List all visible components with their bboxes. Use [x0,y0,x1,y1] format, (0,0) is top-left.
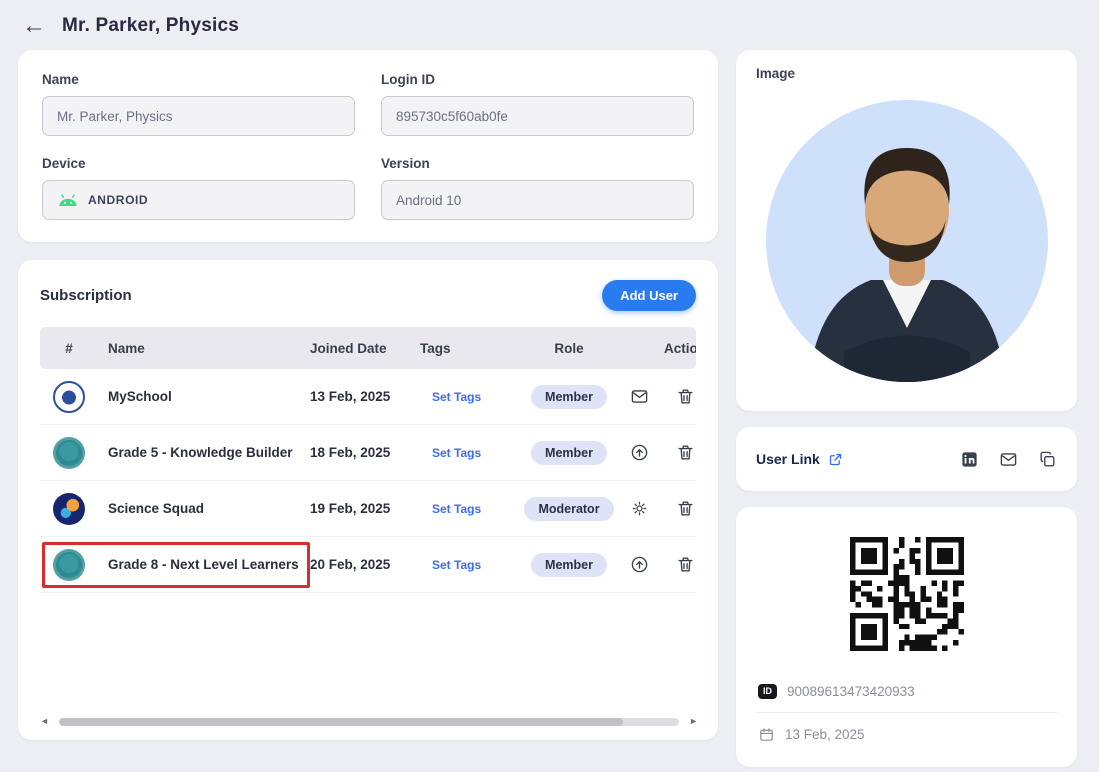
table-row[interactable]: Grade 5 - Knowledge Builder 18 Feb, 2025… [40,425,696,481]
group-name: Grade 5 - Knowledge Builder [98,445,310,460]
joined-date-row: 13 Feb, 2025 [756,712,1057,756]
settings-gear-icon[interactable] [630,499,650,519]
table-row-highlighted[interactable]: Grade 8 - Next Level Learners 20 Feb, 20… [40,537,696,593]
user-id-value: 90089613473420933 [787,684,915,699]
joined-date: 19 Feb, 2025 [310,501,420,516]
user-id-row: ID 90089613473420933 [756,671,1057,712]
name-field: Name [42,72,355,136]
joined-date: 13 Feb, 2025 [310,389,420,404]
device-input[interactable]: ANDROID [42,180,355,220]
column-tags: Tags [420,341,514,356]
upload-circle-icon[interactable] [630,555,650,575]
email-icon[interactable] [999,450,1018,469]
column-actions: Actions [624,341,696,356]
subscription-card: Subscription Add User # Name Joined Date… [18,260,718,740]
group-name: Grade 8 - Next Level Learners [98,557,310,572]
user-link-label: User Link [756,451,820,467]
group-name: MySchool [98,389,310,404]
name-label: Name [42,72,355,87]
profile-card: Name Login ID Device ANDROID Version [18,50,718,242]
role-badge: Member [531,553,607,577]
version-input[interactable] [381,180,694,220]
version-label: Version [381,156,694,171]
joined-date-value: 13 Feb, 2025 [785,727,865,742]
table-header: # Name Joined Date Tags Role Actions [40,327,696,369]
android-icon [57,193,79,208]
qr-card: ID 90089613473420933 13 Feb, 2025 [736,507,1077,767]
set-tags-link[interactable]: Set Tags [420,446,481,460]
calendar-icon [758,726,775,743]
page-title: Mr. Parker, Physics [62,15,239,37]
table-row[interactable]: Science Squad 19 Feb, 2025 Set Tags Mode… [40,481,696,537]
delete-icon[interactable] [676,443,696,463]
horizontal-scrollbar: ◄ ► [40,717,698,726]
user-photo [757,91,1057,391]
page-header: ← Mr. Parker, Physics [0,0,1099,48]
qr-code [842,529,972,659]
joined-date: 20 Feb, 2025 [310,557,420,572]
column-role: Role [514,341,624,356]
scroll-left-icon[interactable]: ◄ [40,717,49,726]
joined-date: 18 Feb, 2025 [310,445,420,460]
group-name: Science Squad [98,501,310,516]
role-badge: Member [531,441,607,465]
login-id-field: Login ID [381,72,694,136]
role-badge: Moderator [524,497,613,521]
back-arrow-icon[interactable]: ← [22,14,46,38]
delete-icon[interactable] [676,499,696,519]
user-link-card: User Link [736,427,1077,491]
login-id-label: Login ID [381,72,694,87]
group-avatar-grade5 [53,437,85,469]
copy-icon[interactable] [1038,450,1057,469]
subscription-title: Subscription [40,287,132,304]
role-badge: Member [531,385,607,409]
add-user-button[interactable]: Add User [602,280,696,311]
group-avatar-grade8 [53,549,85,581]
name-input[interactable] [42,96,355,136]
scrollbar-track[interactable] [59,718,679,726]
scrollbar-thumb[interactable] [59,718,623,726]
column-joined-date: Joined Date [310,341,420,356]
group-avatar-science-squad [53,493,85,525]
id-badge-icon: ID [758,684,777,699]
delete-icon[interactable] [676,387,696,407]
delete-icon[interactable] [676,555,696,575]
group-avatar-myschool [53,381,85,413]
image-label: Image [756,66,1057,81]
column-name: Name [98,341,310,356]
scroll-right-icon[interactable]: ► [689,717,698,726]
set-tags-link[interactable]: Set Tags [420,558,481,572]
image-card: Image [736,50,1077,411]
set-tags-link[interactable]: Set Tags [420,502,481,516]
login-id-input[interactable] [381,96,694,136]
external-link-icon[interactable] [828,452,843,467]
upload-circle-icon[interactable] [630,443,650,463]
linkedin-icon[interactable] [960,450,979,469]
version-field: Version [381,156,694,220]
device-value: ANDROID [88,193,148,207]
column-index: # [40,341,98,356]
table-row[interactable]: MySchool 13 Feb, 2025 Set Tags Member [40,369,696,425]
set-tags-link[interactable]: Set Tags [420,390,481,404]
device-label: Device [42,156,355,171]
device-field: Device ANDROID [42,156,355,220]
mail-icon[interactable] [630,387,650,407]
